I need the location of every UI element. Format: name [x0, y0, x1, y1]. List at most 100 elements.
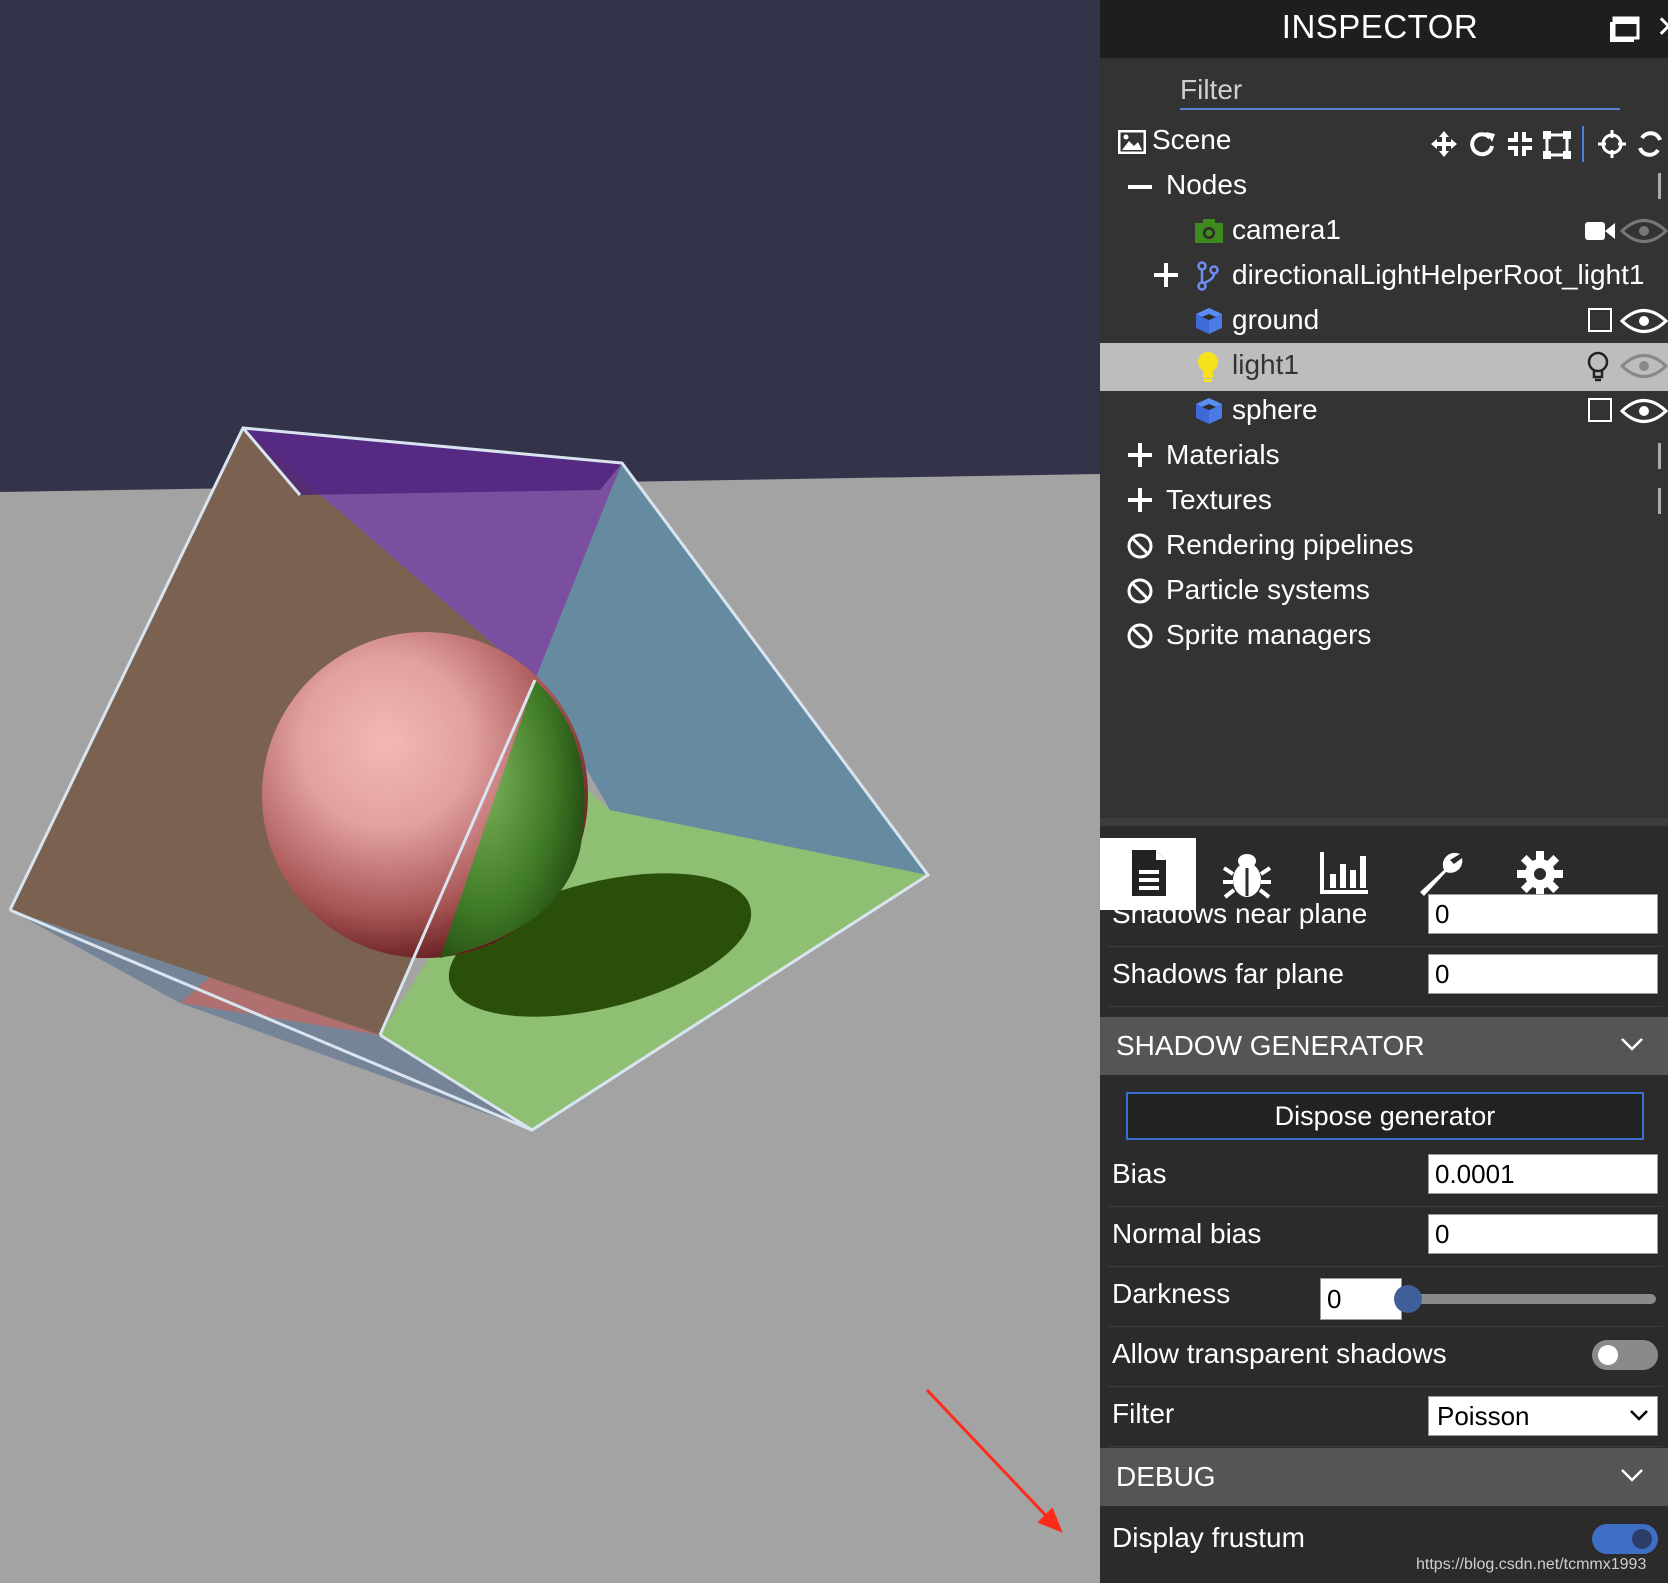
transform-node-icon — [1197, 261, 1219, 291]
sky-background — [0, 0, 1100, 495]
nodes-label: Nodes — [1166, 169, 1247, 200]
inspector-header: INSPECTOR ✕ — [1100, 0, 1668, 58]
bias-row: Bias — [1108, 1146, 1662, 1207]
tree-section-rendering-pipelines[interactable]: Rendering pipelines — [1100, 523, 1668, 571]
shadows-near-plane-row: Shadows near plane — [1108, 886, 1662, 947]
bias-label: Bias — [1112, 1158, 1167, 1189]
crosshair-icon[interactable] — [1598, 130, 1626, 158]
ban-icon — [1127, 533, 1153, 559]
expand-plus-icon[interactable] — [1154, 263, 1178, 287]
shadow-generator-title: SHADOW GENERATOR — [1116, 1030, 1425, 1061]
shadows-near-plane-input[interactable] — [1428, 894, 1658, 934]
scene-row[interactable]: Scene — [1100, 118, 1668, 166]
normal-bias-row: Normal bias — [1108, 1206, 1662, 1267]
darkness-row: Darkness — [1108, 1266, 1662, 1327]
collapse-minus-icon[interactable] — [1128, 185, 1152, 189]
shadow-generator-header[interactable]: SHADOW GENERATOR — [1100, 1017, 1668, 1075]
tree-node-light-helper[interactable]: directionalLightHelperRoot_light1 — [1100, 253, 1668, 301]
section-label: Particle systems — [1166, 574, 1370, 605]
toggle-knob — [1598, 1345, 1618, 1365]
refresh-icon[interactable] — [1636, 130, 1664, 158]
eye-icon[interactable] — [1620, 398, 1668, 424]
lightbulb-icon — [1198, 352, 1218, 382]
display-frustum-toggle[interactable] — [1592, 1524, 1658, 1554]
tree-node-light1[interactable]: light1 — [1100, 343, 1668, 391]
tree-node-camera1[interactable]: camera1 — [1100, 208, 1668, 256]
section-options-icon[interactable] — [1658, 443, 1668, 469]
mesh-icon — [1196, 398, 1222, 424]
tree-node-label: sphere — [1232, 394, 1318, 425]
tree-node-label: ground — [1232, 304, 1320, 335]
camera-icon — [1195, 219, 1223, 243]
section-label: Sprite managers — [1166, 619, 1372, 650]
dispose-generator-button[interactable]: Dispose generator — [1126, 1092, 1644, 1140]
filter-select-value: Poisson — [1437, 1401, 1530, 1431]
tree-node-sphere[interactable]: sphere — [1100, 388, 1668, 436]
mesh-icon — [1196, 308, 1222, 334]
tree-node-label: light1 — [1232, 349, 1299, 380]
filter-select[interactable]: Poisson — [1428, 1396, 1658, 1436]
section-label: Textures — [1166, 484, 1272, 515]
render-viewport[interactable] — [0, 0, 1100, 1583]
shadows-near-plane-label: Shadows near plane — [1112, 898, 1368, 929]
scene-label: Scene — [1152, 124, 1232, 155]
debug-title: DEBUG — [1116, 1461, 1216, 1492]
video-camera-icon[interactable] — [1584, 220, 1616, 242]
expand-plus-icon[interactable] — [1128, 443, 1152, 467]
watermark: https://blog.csdn.net/tcmmx1993 — [1416, 1556, 1647, 1573]
bias-input[interactable] — [1428, 1154, 1658, 1194]
eye-icon[interactable] — [1620, 308, 1668, 334]
shadows-far-plane-label: Shadows far plane — [1112, 958, 1344, 989]
tree-section-materials[interactable]: Materials — [1100, 433, 1668, 481]
section-label: Materials — [1166, 439, 1280, 470]
shadows-far-plane-row: Shadows far plane — [1108, 946, 1662, 1007]
filter-input[interactable] — [1180, 72, 1620, 110]
toolbar-divider — [1582, 126, 1584, 162]
tree-node-label: camera1 — [1232, 214, 1341, 245]
tree-node-label: directionalLightHelperRoot_light1 — [1232, 259, 1645, 290]
scene-render — [0, 0, 1100, 1583]
rotate-icon[interactable] — [1468, 130, 1496, 158]
darkness-slider-track[interactable] — [1398, 1294, 1656, 1304]
normal-bias-input[interactable] — [1428, 1214, 1658, 1254]
chevron-down-icon — [1630, 1410, 1648, 1421]
bounding-box-icon[interactable] — [1542, 130, 1572, 160]
allow-transparent-row: Allow transparent shadows — [1108, 1326, 1662, 1387]
section-options-icon[interactable] — [1658, 488, 1668, 514]
popout-icon[interactable] — [1608, 14, 1642, 44]
debug-header[interactable]: DEBUG — [1100, 1448, 1668, 1506]
tree-section-particle-systems[interactable]: Particle systems — [1100, 568, 1668, 616]
nodes-options-icon[interactable] — [1658, 173, 1668, 199]
filter-row: Filter Poisson — [1108, 1386, 1662, 1447]
shadows-far-plane-input[interactable] — [1428, 954, 1658, 994]
bounding-box-toggle[interactable] — [1588, 308, 1612, 332]
nodes-row[interactable]: Nodes — [1100, 163, 1668, 211]
inspector-title: INSPECTOR — [1281, 8, 1479, 45]
chevron-down-icon — [1621, 1469, 1643, 1482]
darkness-slider-thumb[interactable] — [1394, 1285, 1422, 1313]
lightbulb-outline-icon[interactable] — [1586, 351, 1610, 383]
allow-transparent-toggle[interactable] — [1592, 1340, 1658, 1370]
eye-icon[interactable] — [1620, 353, 1668, 379]
allow-transparent-label: Allow transparent shadows — [1112, 1338, 1447, 1369]
image-icon — [1118, 130, 1146, 154]
eye-icon[interactable] — [1620, 218, 1668, 244]
tree-section-sprite-managers[interactable]: Sprite managers — [1100, 613, 1668, 661]
display-frustum-label: Display frustum — [1112, 1522, 1305, 1553]
tree-node-ground[interactable]: ground — [1100, 298, 1668, 346]
inspector-panel: INSPECTOR ✕ Scene — [1100, 0, 1668, 1583]
move-icon[interactable] — [1430, 130, 1458, 158]
darkness-input[interactable] — [1320, 1278, 1402, 1320]
normal-bias-label: Normal bias — [1112, 1218, 1262, 1249]
ban-icon — [1127, 578, 1153, 604]
expand-plus-icon[interactable] — [1128, 488, 1152, 512]
ban-icon — [1127, 623, 1153, 649]
chevron-down-icon — [1621, 1038, 1643, 1051]
tree-section-textures[interactable]: Textures — [1100, 478, 1668, 526]
bounding-box-toggle[interactable] — [1588, 398, 1612, 422]
scale-icon[interactable] — [1506, 130, 1534, 158]
close-icon[interactable]: ✕ — [1656, 10, 1668, 45]
section-label: Rendering pipelines — [1166, 529, 1414, 560]
filter-label: Filter — [1112, 1398, 1175, 1429]
toggle-knob — [1632, 1529, 1652, 1549]
